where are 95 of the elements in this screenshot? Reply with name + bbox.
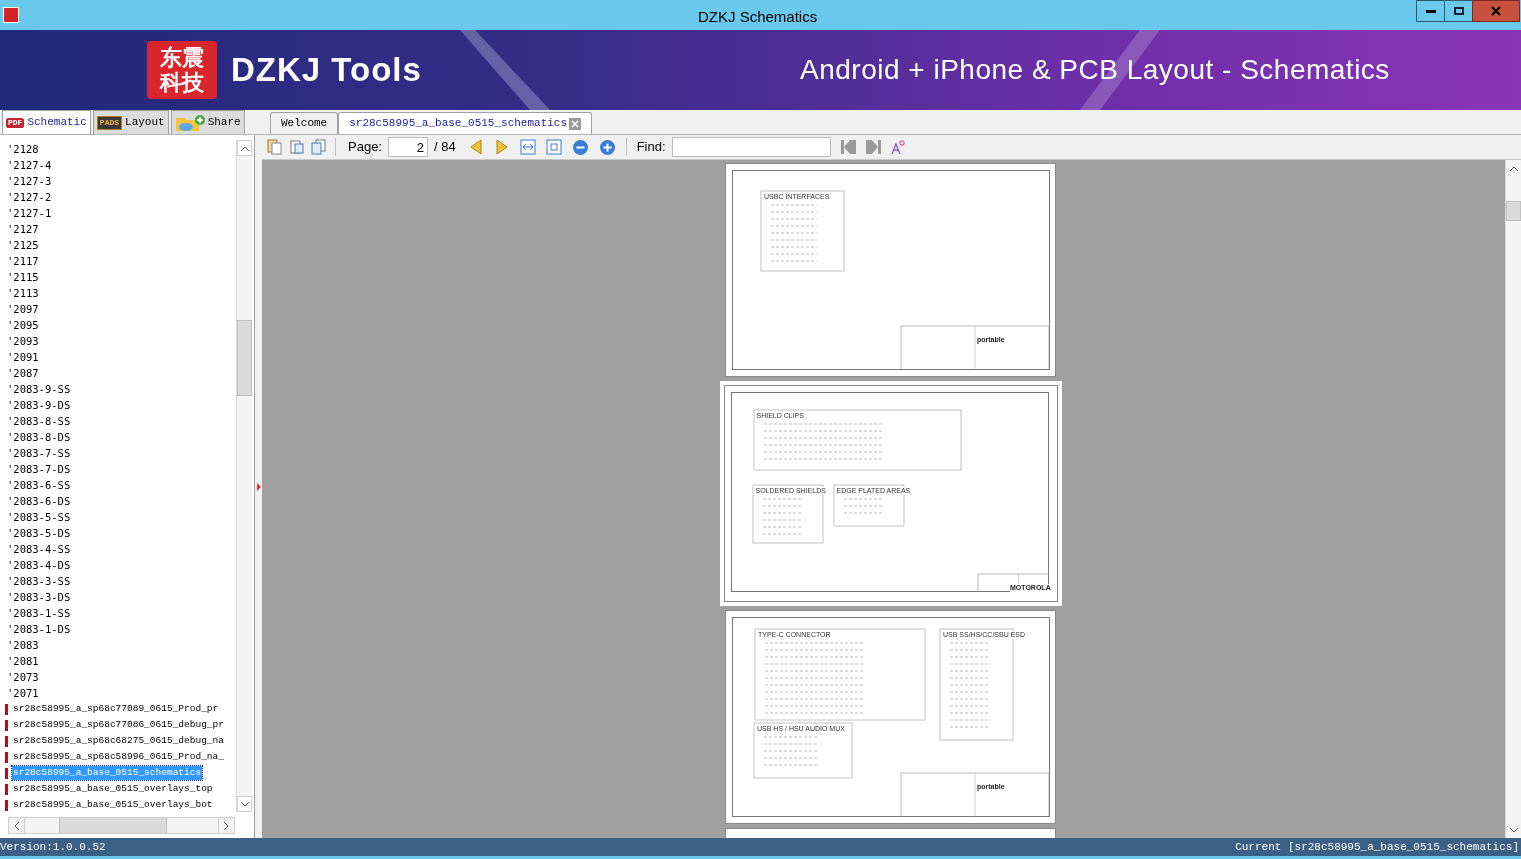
close-button[interactable] xyxy=(1472,0,1520,22)
tab-label: sr28c58995_a_base_0515_schematics xyxy=(349,116,568,132)
scroll-up-icon[interactable] xyxy=(237,140,252,156)
list-item[interactable]: '2127-2 xyxy=(5,189,54,205)
window-title: DZKJ Schematics xyxy=(698,7,818,27)
scroll-thumb[interactable] xyxy=(1506,201,1521,221)
tab-label: Welcome xyxy=(281,116,328,132)
list-item[interactable]: '2083-3-SS xyxy=(5,573,73,589)
document-tab[interactable]: sr28c58995_a_base_0515_schematics xyxy=(338,112,593,134)
list-item[interactable]: sr28c58995_a_base_0515_overlays_bot xyxy=(12,798,214,812)
page-label: Page: xyxy=(348,138,382,157)
minimize-button[interactable] xyxy=(1416,0,1445,22)
list-item[interactable]: '2083-4-SS xyxy=(5,541,73,557)
list-item[interactable]: '2083-8-DS xyxy=(5,429,73,445)
close-icon[interactable] xyxy=(569,117,582,130)
list-item[interactable]: '2083-7-DS xyxy=(5,461,73,477)
list-item[interactable]: '2083-1-SS xyxy=(5,605,73,621)
page-input[interactable]: 2 xyxy=(388,137,428,157)
list-item[interactable]: '2083-3-DS xyxy=(5,589,73,605)
list-item[interactable]: '2083 xyxy=(5,637,41,653)
vertical-scrollbar[interactable] xyxy=(1505,160,1521,838)
document-tab[interactable]: Welcome xyxy=(270,112,339,134)
list-item[interactable]: '2113 xyxy=(5,285,41,301)
page-total: / 84 xyxy=(434,138,456,157)
list-item[interactable]: '2081 xyxy=(5,653,41,669)
file-marker-icon xyxy=(5,783,8,795)
list-item[interactable]: '2115 xyxy=(5,269,41,285)
logo-text: 东震 xyxy=(160,45,204,70)
list-item[interactable]: sr28c58995_a_sp68c77089_0615_Prod_pr xyxy=(12,702,220,716)
pages-icon[interactable] xyxy=(311,139,327,155)
version-text: Version:1.0.0.52 xyxy=(0,839,106,855)
list-item[interactable]: '2091 xyxy=(5,349,41,365)
horizontal-scrollbar[interactable] xyxy=(8,817,235,834)
list-item[interactable]: '2095 xyxy=(5,317,41,333)
list-item[interactable]: '2127-4 xyxy=(5,157,54,173)
list-item[interactable]: '2097 xyxy=(5,301,41,317)
list-item[interactable]: '2125 xyxy=(5,237,41,253)
pdf-icon: PDF xyxy=(6,117,25,128)
fit-width-icon[interactable] xyxy=(519,139,536,155)
file-marker-icon xyxy=(5,767,8,779)
previous-page-icon[interactable] xyxy=(469,139,482,155)
panel-tab[interactable]: PADS Layout xyxy=(92,110,169,134)
list-item[interactable]: '2083-6-SS xyxy=(5,477,73,493)
list-item[interactable]: '2071 xyxy=(5,685,41,701)
file-marker-icon xyxy=(5,799,8,811)
list-item[interactable]: sr28c58995_a_sp68c77086_0615_debug_pr xyxy=(12,718,225,732)
list-item[interactable]: '2128 xyxy=(5,141,41,157)
list-item[interactable]: '2083-7-SS xyxy=(5,445,73,461)
list-item[interactable]: '2083-4-DS xyxy=(5,557,73,573)
list-item[interactable]: '2127-3 xyxy=(5,173,54,189)
list-item[interactable]: '2087 xyxy=(5,365,41,381)
panel-tab[interactable]: PDF Schematic xyxy=(2,110,91,134)
list-item[interactable]: '2083-5-DS xyxy=(5,525,73,541)
list-item[interactable]: '2083-5-SS xyxy=(5,509,73,525)
vertical-scrollbar[interactable] xyxy=(236,140,252,812)
pads-icon: PADS xyxy=(96,115,123,130)
list-item[interactable]: '2083-8-SS xyxy=(5,413,73,429)
list-item[interactable]: sr28c58995_a_base_0515_overlays_top xyxy=(12,782,214,796)
list-item[interactable]: '2093 xyxy=(5,333,41,349)
list-item[interactable]: '2083-6-DS xyxy=(5,493,73,509)
collapse-arrow-icon[interactable] xyxy=(256,482,261,491)
scroll-thumb[interactable] xyxy=(237,320,252,396)
folder-cloud-icon xyxy=(174,113,205,132)
current-file-text: Current [sr28c58995_a_base_0515_schematics] xyxy=(1235,839,1520,855)
list-item[interactable]: '2127-1 xyxy=(5,205,54,221)
list-item[interactable]: '2083-1-DS xyxy=(5,621,73,637)
find-next-icon[interactable] xyxy=(865,140,881,154)
next-page-icon[interactable] xyxy=(495,139,508,155)
logo-text: 科技 xyxy=(160,70,204,95)
brand-name: DZKJ Tools xyxy=(231,50,422,91)
zoom-in-icon[interactable] xyxy=(598,138,616,156)
list-item[interactable]: sr28c58995_a_sp68c58996_0615_Prod_na_ xyxy=(12,750,225,764)
file-marker-icon xyxy=(5,735,8,747)
list-item[interactable]: '2083-9-SS xyxy=(5,381,73,397)
scroll-down-icon[interactable] xyxy=(237,796,252,812)
list-item[interactable]: sr28c58995_a_sp68c68275_0615_debug_na xyxy=(12,734,225,748)
find-input[interactable] xyxy=(671,137,831,157)
app-icon xyxy=(3,7,19,23)
copy-icon[interactable] xyxy=(267,139,283,155)
list-item[interactable]: '2083-9-DS xyxy=(5,397,73,413)
scroll-thumb[interactable] xyxy=(59,818,167,833)
close-icon xyxy=(1491,6,1501,16)
find-previous-icon[interactable] xyxy=(840,140,856,154)
file-marker-icon xyxy=(5,751,8,763)
list-item[interactable]: '2127 xyxy=(5,221,41,237)
list-item[interactable]: '2117 xyxy=(5,253,41,269)
list-item[interactable]: '2073 xyxy=(5,669,41,685)
tagline: Android + iPhone & PCB Layout - Schematics xyxy=(800,53,1390,87)
font-size-icon[interactable] xyxy=(890,139,905,155)
fit-page-icon[interactable] xyxy=(545,139,562,155)
file-marker-icon xyxy=(5,719,8,731)
find-label: Find: xyxy=(636,138,666,157)
zoom-out-icon[interactable] xyxy=(571,138,589,156)
file-marker-icon xyxy=(5,703,8,715)
panel-tab[interactable]: Share xyxy=(170,110,245,134)
